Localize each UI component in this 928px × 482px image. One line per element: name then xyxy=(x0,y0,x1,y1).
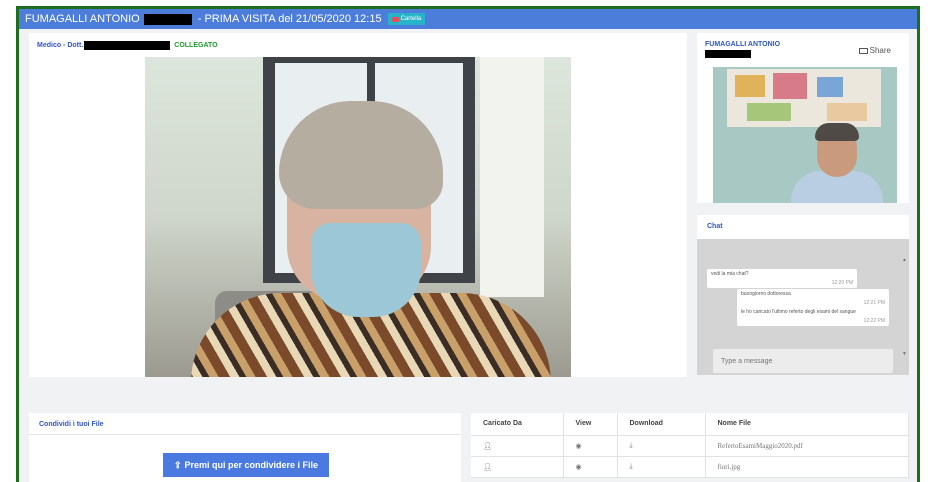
chat-title: Chat xyxy=(697,215,909,239)
patient-name: FUMAGALLI ANTONIO xyxy=(25,13,140,25)
remote-video-feed[interactable] xyxy=(713,67,897,203)
files-table: Caricato Da View Download Nome File 👤︎ ◉… xyxy=(471,413,909,478)
column-header: View xyxy=(563,413,618,436)
background-blind xyxy=(480,57,544,297)
file-name[interactable]: fiori.jpg xyxy=(705,456,909,478)
redacted-block xyxy=(143,13,192,25)
folder-icon xyxy=(391,16,399,22)
main-video-feed[interactable] xyxy=(145,57,571,377)
monitor-icon xyxy=(858,47,868,54)
file-share-panel: Condividi i tuoi File ⇪ Premi qui per co… xyxy=(29,413,461,482)
user-icon: 👤︎ xyxy=(471,435,564,457)
remote-name: FUMAGALLI ANTONIO xyxy=(705,41,781,48)
upload-file-button[interactable]: ⇪ Premi qui per condividere i File xyxy=(163,453,329,477)
user-icon: 👤︎ xyxy=(471,456,564,478)
visit-title: - PRIMA VISITA del 21/05/2020 12:15 xyxy=(197,13,382,25)
view-icon[interactable]: ◉ xyxy=(563,435,618,457)
table-header-row: Caricato Da View Download Nome File xyxy=(471,413,909,436)
chat-panel: Chat vedi la mia chat? 12:20 PM buongior… xyxy=(697,215,909,375)
app-frame: FUMAGALLI ANTONIO - PRIMA VISITA del 21/… xyxy=(16,6,920,482)
download-icon[interactable]: ⤓ xyxy=(617,435,706,457)
redacted-doctor-name xyxy=(84,40,171,50)
scroll-down-icon[interactable]: ▼ xyxy=(902,351,907,357)
cartella-label: Cartella xyxy=(400,16,422,22)
main-video-panel: Medico - Dott. COLLEGATO xyxy=(29,33,687,377)
chat-messages[interactable]: vedi la mia chat? 12:20 PM buongiorno do… xyxy=(697,239,909,375)
column-header: Caricato Da xyxy=(471,413,564,436)
table-row: 👤︎ ◉ ⤓ fiori.jpg xyxy=(471,456,909,478)
upload-label: Premi qui per condividere i File xyxy=(184,460,319,470)
view-icon[interactable]: ◉ xyxy=(563,456,618,478)
chat-message: vedi la mia chat? 12:20 PM xyxy=(707,269,857,288)
file-share-title: Condividi i tuoi File xyxy=(29,413,461,435)
share-label: Share xyxy=(869,46,891,55)
chat-message-input[interactable] xyxy=(713,349,893,373)
chat-message: le ho caricato l'ultimo referto degli es… xyxy=(737,307,889,326)
remote-header: FUMAGALLI ANTONIO Share xyxy=(697,33,909,67)
chat-scrollbar[interactable]: ▲ ▼ xyxy=(902,257,907,357)
column-header: Nome File xyxy=(705,413,909,436)
scroll-up-icon[interactable]: ▲ xyxy=(902,257,907,263)
column-header: Download xyxy=(617,413,706,436)
redacted-block xyxy=(705,50,751,58)
cartella-button[interactable]: Cartella xyxy=(387,13,426,25)
doctor-label: Medico - Dott. xyxy=(37,41,84,49)
share-button[interactable]: Share xyxy=(858,46,891,55)
face-mask xyxy=(311,223,421,317)
table-row: 👤︎ ◉ ⤓ RefertoEsamiMaggio2020.pdf xyxy=(471,435,909,457)
remote-person-hair xyxy=(815,123,859,141)
file-name[interactable]: RefertoEsamiMaggio2020.pdf xyxy=(705,435,909,457)
chat-message: buongiorno dottoressa 12:21 PM xyxy=(737,289,889,308)
remote-video-panel: FUMAGALLI ANTONIO Share xyxy=(697,33,909,203)
download-icon[interactable]: ⤓ xyxy=(617,456,706,478)
wall-drawings xyxy=(727,69,881,127)
top-bar: FUMAGALLI ANTONIO - PRIMA VISITA del 21/… xyxy=(19,9,917,29)
connection-status: COLLEGATO xyxy=(174,41,218,49)
upload-icon: ⇪ xyxy=(173,459,182,470)
video-header: Medico - Dott. COLLEGATO xyxy=(29,33,687,57)
